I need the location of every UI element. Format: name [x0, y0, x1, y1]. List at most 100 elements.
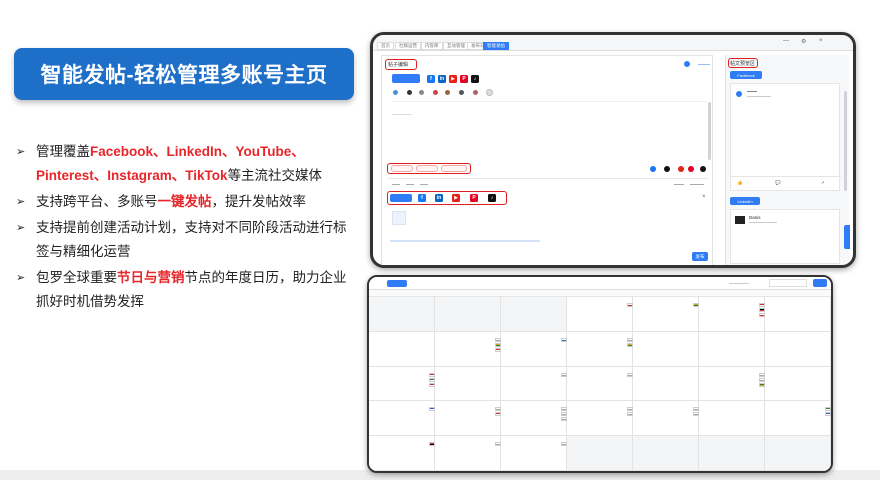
tiktok-icon[interactable]: ♪ — [488, 194, 496, 202]
tiktok-icon — [700, 166, 706, 172]
tab[interactable]: 互动管理 — [443, 42, 469, 50]
calendar-day-cell[interactable] — [633, 331, 699, 367]
calendar-day-cell[interactable] — [369, 331, 435, 367]
calendar-day-cell[interactable] — [435, 297, 501, 332]
side-panel-toggle[interactable] — [844, 225, 850, 249]
platform-tab-all[interactable] — [390, 194, 412, 202]
avatar[interactable] — [444, 89, 451, 96]
tag-chip[interactable] — [416, 165, 438, 172]
tab[interactable]: 首页 — [377, 42, 394, 50]
youtube-icon[interactable]: ▶ — [452, 194, 460, 202]
close-icon[interactable]: × — [702, 194, 706, 200]
avatar[interactable] — [472, 89, 479, 96]
scrollbar[interactable] — [844, 91, 847, 191]
calendar-day-cell[interactable] — [633, 401, 717, 437]
calendar-day-cell[interactable] — [699, 297, 783, 332]
youtube-icon[interactable]: ▶ — [449, 75, 457, 83]
app-tabbar: 首页 社媒运营 内容库 互动管理 发布日历 智能发帖 — ⚙ × — [373, 35, 853, 51]
calendar-day-cell[interactable] — [765, 297, 831, 332]
facebook-icon[interactable]: f — [418, 194, 426, 202]
calendar-day-cell[interactable] — [765, 366, 831, 402]
publish-button[interactable]: 发布 — [692, 252, 708, 261]
calendar-day-cell[interactable] — [567, 366, 651, 402]
feature-text: 包罗全球重要 — [36, 270, 117, 285]
minimize-icon[interactable]: — — [783, 38, 789, 44]
calendar-day-cell[interactable] — [501, 297, 567, 332]
search-button[interactable] — [813, 279, 827, 287]
calendar-day-cell[interactable] — [501, 401, 585, 437]
pinterest-icon — [688, 166, 694, 172]
tab[interactable]: 社媒运营 — [395, 42, 421, 50]
tiktok-icon[interactable]: ♪ — [471, 75, 479, 83]
calendar-day-cell[interactable] — [765, 436, 831, 471]
like-icon[interactable]: 👍 — [737, 180, 743, 186]
calendar-day-cell[interactable] — [369, 297, 435, 332]
select-account-button[interactable] — [392, 74, 420, 83]
calendar-day-cell[interactable] — [765, 401, 831, 437]
calendar-day-cell[interactable] — [435, 331, 519, 367]
tab[interactable]: 智能发帖 — [483, 42, 509, 50]
country-flag-icon — [825, 407, 831, 412]
calendar-day-cell[interactable] — [699, 366, 783, 402]
close-icon[interactable]: × — [819, 38, 823, 44]
calendar-day-cell[interactable] — [633, 436, 699, 471]
tag-chip[interactable] — [391, 165, 413, 172]
calendar-day-cell[interactable] — [699, 436, 765, 471]
page-title: 智能发帖-轻松管理多账号主页 — [40, 64, 328, 87]
calendar-day-cell[interactable] — [633, 297, 717, 332]
avatar[interactable] — [406, 89, 413, 96]
pinterest-icon[interactable]: P — [460, 75, 468, 83]
scrollbar[interactable] — [708, 102, 711, 160]
panel-title: 帖子编辑 — [388, 62, 409, 68]
calendar-day-cell[interactable] — [369, 366, 453, 402]
avatar[interactable] — [432, 89, 439, 96]
country-flag-icon — [825, 412, 831, 417]
arrow-icon: ➢ — [16, 146, 26, 158]
avatar[interactable] — [392, 89, 399, 96]
calendar-day-cell[interactable] — [765, 331, 831, 367]
add-account-icon[interactable] — [486, 89, 493, 96]
feature-text: 等主流社交媒体 — [227, 168, 323, 183]
preview-panel: 帖文预览区 Facebook 👍 💬 ↗ LinkedIn Danis — [725, 55, 850, 265]
calendar-day-cell[interactable] — [699, 331, 765, 367]
comment-icon[interactable]: 💬 — [775, 180, 781, 186]
calendar-day-cell[interactable] — [501, 331, 585, 367]
calendar-header — [369, 277, 831, 290]
calendar-day-cell[interactable] — [567, 436, 633, 471]
calendar-day-cell[interactable] — [567, 297, 651, 332]
avatar — [735, 216, 745, 224]
compose-panel: 帖子编辑 f in ▶ P ♪ f in ▶ P ♪ × 发布 — [381, 55, 713, 265]
calendar-day-cell[interactable] — [501, 366, 585, 402]
calendar-event[interactable] — [825, 412, 831, 417]
arrow-icon: ➢ — [16, 272, 26, 284]
linkedin-icon[interactable]: in — [438, 75, 446, 83]
facebook-preview-card: 👍 💬 ↗ — [730, 83, 841, 191]
avatar[interactable] — [458, 89, 465, 96]
tiktok-icon — [664, 166, 670, 172]
tab[interactable]: 内容库 — [421, 42, 443, 50]
calendar-day-cell[interactable] — [435, 366, 501, 402]
tag-chip[interactable] — [441, 165, 467, 172]
settings-icon[interactable]: ⚙ — [801, 38, 806, 45]
calendar-day-cell[interactable] — [633, 366, 699, 402]
avatar[interactable] — [418, 89, 425, 96]
facebook-icon[interactable]: f — [427, 75, 435, 83]
calendar-day-cell[interactable] — [369, 401, 453, 437]
calendar-day-cell[interactable] — [435, 436, 519, 471]
calendar-select[interactable] — [769, 279, 807, 287]
feature-text: ，提升发帖效率 — [211, 194, 307, 209]
calendar-day-cell[interactable] — [567, 401, 651, 437]
calendar-event[interactable] — [825, 407, 831, 412]
linkedin-icon[interactable]: in — [435, 194, 443, 202]
calendar-day-cell[interactable] — [501, 436, 585, 471]
calendar-day-cell[interactable] — [567, 331, 651, 367]
calendar-day-cell[interactable] — [369, 436, 453, 471]
calendar-day-cell[interactable] — [435, 401, 519, 437]
facebook-channel-label: Facebook — [730, 71, 762, 79]
calendar-day-cell[interactable] — [699, 401, 765, 437]
image-upload[interactable] — [392, 211, 406, 225]
pinterest-icon[interactable]: P — [470, 194, 478, 202]
create-plan-button[interactable] — [387, 280, 407, 287]
share-icon[interactable]: ↗ — [821, 180, 825, 186]
info-icon[interactable] — [684, 61, 690, 67]
